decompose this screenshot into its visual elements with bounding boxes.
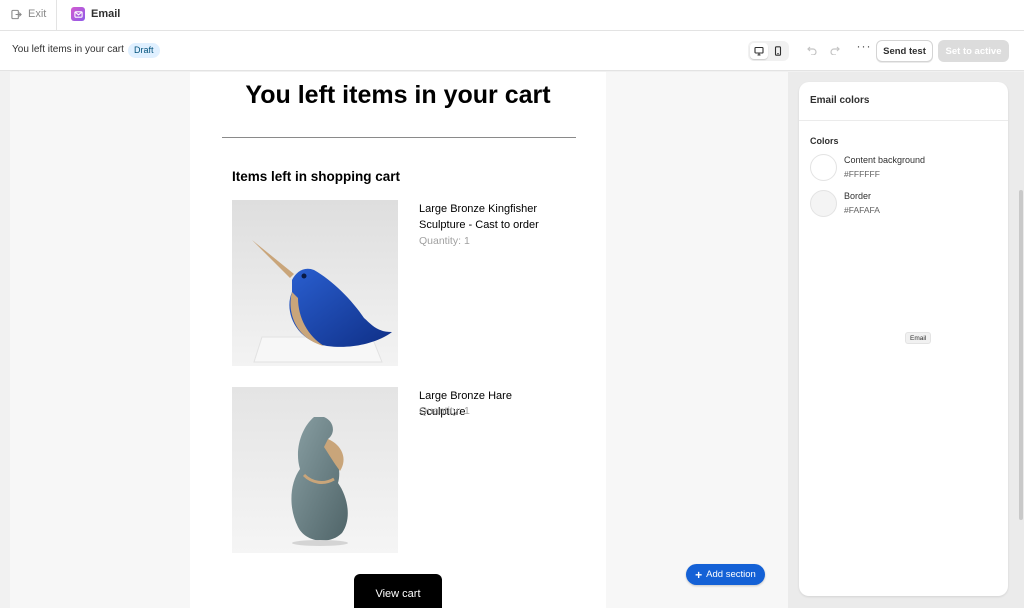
- email-colors-panel: Email colors Colors Content background #…: [799, 82, 1008, 596]
- mobile-view-button[interactable]: [769, 43, 787, 59]
- border-swatch[interactable]: [810, 190, 837, 217]
- undo-button[interactable]: [806, 44, 818, 56]
- product-image-kingfisher: [232, 200, 398, 366]
- swatch-hex: #FFFFFF: [844, 169, 880, 179]
- swatch-hex: #FAFAFA: [844, 205, 880, 215]
- plus-icon: +: [695, 567, 703, 582]
- colors-section-label: Colors: [810, 136, 839, 146]
- top-bar: Exit Email: [0, 0, 1024, 31]
- scrollbar[interactable]: [1019, 190, 1023, 520]
- view-toggle: [748, 41, 789, 61]
- cart-section-heading[interactable]: Items left in shopping cart: [232, 169, 400, 184]
- email-app-icon: [71, 7, 85, 21]
- app-name: Email: [71, 7, 120, 21]
- email-heading[interactable]: You left items in your cart: [190, 81, 606, 110]
- swatch-name: Border: [844, 191, 872, 201]
- mobile-icon: [774, 46, 782, 56]
- app-name-label: Email: [91, 8, 121, 20]
- email-canvas: You left items in your cart Items left i…: [10, 72, 788, 608]
- view-cart-button[interactable]: View cart: [354, 574, 442, 608]
- undo-icon: [807, 46, 817, 55]
- status-badge: Draft: [128, 43, 160, 58]
- email-preview: You left items in your cart Items left i…: [190, 72, 606, 608]
- redo-icon: [830, 46, 840, 55]
- content-background-color-setting[interactable]: Content background #FFFFFF: [810, 154, 925, 181]
- set-to-active-button[interactable]: Set to active: [938, 40, 1009, 62]
- border-color-setting[interactable]: Border #FAFAFA: [810, 190, 880, 217]
- send-test-button[interactable]: Send test: [876, 40, 933, 62]
- product-name: Large Bronze Kingfisher Sculpture - Cast…: [419, 203, 539, 231]
- content-background-swatch[interactable]: [810, 154, 837, 181]
- email-title: You left items in your cart: [12, 44, 124, 55]
- more-actions-button[interactable]: ···: [856, 40, 872, 57]
- desktop-view-button[interactable]: [750, 43, 768, 59]
- product-image-hare: [232, 387, 398, 553]
- add-section-label: Add section: [706, 569, 756, 580]
- desktop-icon: [754, 46, 764, 56]
- product-quantity: Quantity: 1: [419, 405, 470, 417]
- topbar-divider: [56, 0, 57, 31]
- exit-label: Exit: [28, 8, 47, 20]
- panel-title: Email colors: [810, 95, 870, 106]
- add-section-button[interactable]: + Add section: [686, 564, 765, 585]
- swatch-name: Content background: [844, 155, 926, 165]
- redo-button[interactable]: [829, 44, 841, 56]
- product-quantity: Quantity: 1: [419, 235, 470, 247]
- exit-button[interactable]: Exit: [11, 8, 46, 20]
- cart-item[interactable]: Large Bronze Kingfisher Sculpture - Cast…: [232, 200, 562, 366]
- editor-toolbar: You left items in your cart Draft ··· Se…: [0, 31, 1024, 71]
- panel-divider: [799, 120, 1008, 121]
- email-divider: [222, 137, 576, 138]
- cart-item[interactable]: Large Bronze Hare Sculpture Quantity: 1: [232, 387, 562, 553]
- exit-icon: [11, 9, 22, 19]
- tooltip: Email: [905, 332, 932, 344]
